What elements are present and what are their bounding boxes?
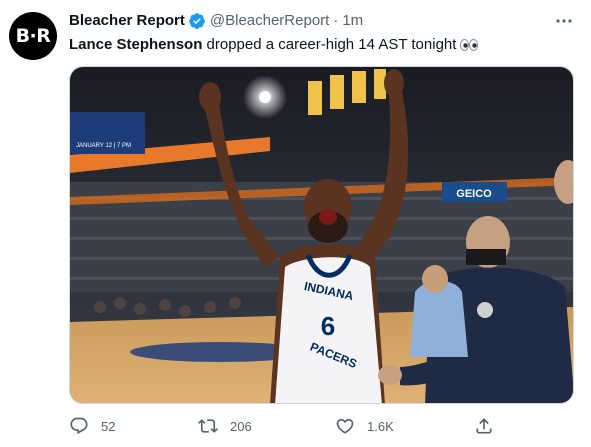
- like-count: 1.6K: [367, 418, 394, 434]
- eyes-emoji-icon: [459, 38, 479, 52]
- heart-icon: [335, 416, 355, 436]
- tweet-header: Bleacher Report @BleacherReport · 1m: [69, 11, 363, 31]
- share-icon: [474, 416, 494, 436]
- tweet-actions: 52 206 1.6K: [69, 414, 499, 438]
- retweet-count: 206: [230, 418, 252, 434]
- tweet-text-name[interactable]: Lance Stephenson: [69, 36, 202, 53]
- avatar[interactable]: B·R: [9, 12, 57, 60]
- display-name[interactable]: Bleacher Report: [69, 11, 185, 31]
- more-options-icon[interactable]: [553, 11, 575, 31]
- handle[interactable]: @BleacherReport: [210, 11, 329, 31]
- share-button[interactable]: [474, 414, 494, 438]
- like-button[interactable]: 1.6K: [335, 414, 394, 438]
- reply-count: 52: [101, 418, 116, 434]
- reply-icon: [69, 416, 89, 436]
- arena-sign-left: JANUARY 12 | 7 PM: [76, 143, 131, 149]
- tweet-photo[interactable]: JANUARY 12 | 7 PM GEICO INDIANA 6 PACERS: [69, 66, 574, 404]
- separator-dot: ·: [333, 12, 339, 29]
- timestamp[interactable]: 1m: [342, 11, 363, 31]
- retweet-icon: [198, 416, 218, 436]
- reply-button[interactable]: 52: [69, 414, 115, 438]
- tweet-text: Lance Stephenson dropped a career-high 1…: [69, 35, 479, 55]
- jersey-number: 6: [321, 311, 335, 341]
- arena-sign-geico: GEICO: [456, 188, 492, 200]
- tweet[interactable]: B·R Bleacher Report @BleacherReport · 1m…: [0, 0, 591, 447]
- verified-badge-icon: [188, 12, 206, 30]
- retweet-button[interactable]: 206: [198, 414, 252, 438]
- tweet-text-body: dropped a career-high 14 AST tonight: [202, 36, 457, 53]
